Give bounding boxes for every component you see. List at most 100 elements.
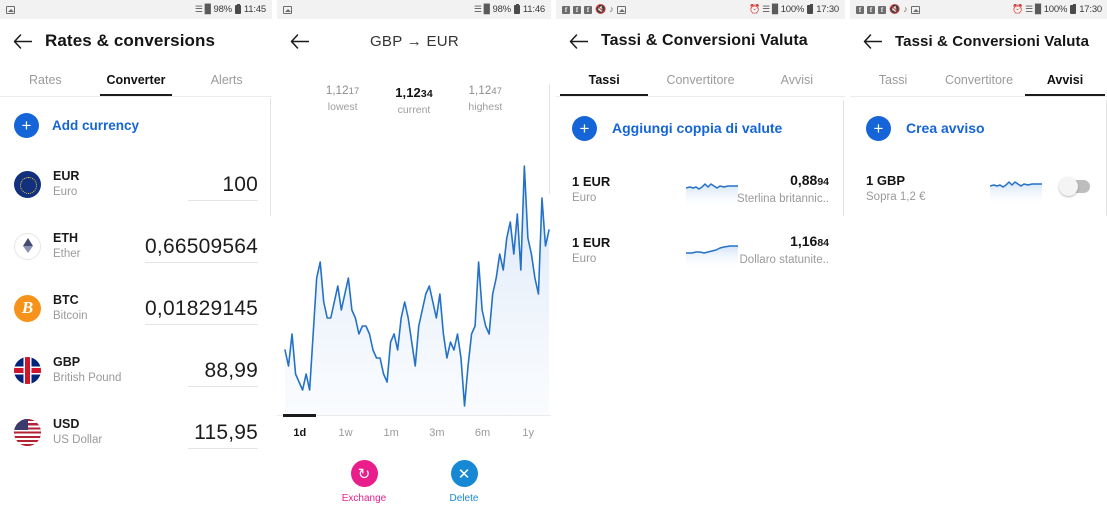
gbp-flag-icon [14, 356, 41, 384]
battery-icon [234, 4, 241, 14]
currency-code: BTC [53, 292, 79, 307]
status-bar-left-icons [6, 5, 15, 14]
currency-amount-input[interactable]: 0,01829145 [145, 297, 258, 325]
pair-rate: 0,8894 [790, 172, 829, 188]
tab-avvisi[interactable]: Avvisi [1022, 63, 1107, 96]
currency-row-gbp[interactable]: GBP British Pound 88,99 [14, 339, 258, 401]
currency-code: USD [53, 416, 80, 431]
tab-avvisi[interactable]: Avvisi [749, 63, 845, 96]
exchange-label: Exchange [341, 493, 387, 504]
alert-pair: 1 GBP [866, 172, 906, 188]
tab-rates[interactable]: Rates [0, 63, 91, 96]
delete-button[interactable]: ✕ Delete [431, 460, 497, 504]
range-1m[interactable]: 1m [368, 416, 414, 445]
range-1d[interactable]: 1d [277, 414, 323, 445]
status-bar: ☰ ▉ 98% 11:46 [277, 0, 551, 19]
stat-value: 1,1217 [325, 85, 360, 97]
rate-chart[interactable] [277, 148, 551, 416]
currency-name: US Dollar [53, 433, 103, 446]
status-bar: ☰ ▉ 98% 11:45 [0, 0, 272, 19]
tab-converter[interactable]: Converter [91, 63, 182, 96]
alert-list: + Crea avviso 1 GBP Sopra 1,2 € [850, 97, 1107, 217]
status-bar-right-icons: ☰ ▉ 98% 11:46 [474, 4, 545, 15]
alarm-icon: ⏰ [1012, 4, 1024, 14]
wifi-icon: ☰ [473, 4, 482, 14]
plus-icon: + [14, 112, 39, 138]
add-currency-pair-button[interactable]: + Aggiungi coppia di valute [572, 97, 829, 159]
stat-label: lowest [327, 101, 358, 113]
scrollbar[interactable] [269, 98, 271, 216]
image-icon [283, 5, 292, 14]
rate-stats: 1,1217 lowest 1,1234 current 1,1247 high… [277, 63, 551, 116]
pair-row-eur-gbp[interactable]: 1 EUR Euro 0,8894 Sterlina britannic.. [572, 159, 829, 220]
currency-amount-input[interactable]: 88,99 [188, 359, 258, 387]
stat-label: current [397, 104, 431, 116]
page-title: Tassi & Conversioni Valuta [895, 32, 1090, 50]
currency-labels: ETH Ether [53, 231, 81, 262]
image-icon [616, 5, 626, 14]
tab-convertitore[interactable]: Convertitore [936, 63, 1022, 96]
exchange-icon: ↻ [350, 460, 378, 487]
status-bar-right-icons: ⏰ ☰ ▉ 100% 17:30 [749, 4, 839, 15]
app-bar: Rates & conversions [0, 19, 272, 63]
vibrate-icon: ♪ [609, 4, 614, 14]
scrollbar[interactable] [548, 84, 550, 194]
exchange-button[interactable]: ↻ Exchange [331, 460, 397, 504]
currency-code: EUR [53, 168, 80, 183]
app-bar: GBP → EUR [277, 19, 551, 63]
tab-tassi[interactable]: Tassi [850, 63, 936, 96]
plus-icon: + [866, 115, 891, 141]
alert-toggle-switch[interactable] [1059, 177, 1090, 196]
stat-label: highest [468, 101, 503, 113]
tab-alerts[interactable]: Alerts [181, 63, 272, 96]
usd-flag-icon [14, 418, 41, 446]
create-alert-button[interactable]: + Crea avviso [866, 97, 1092, 159]
vibrate-icon: ♪ [903, 4, 908, 14]
add-currency-button[interactable]: + Add currency [14, 97, 258, 153]
pair-row-eur-usd[interactable]: 1 EUR Euro 1,1684 Dollaro statunite.. [572, 220, 829, 281]
page-title: Tassi & Conversioni Valuta [601, 32, 808, 49]
wifi-icon: ☰ [762, 4, 770, 14]
signal-icon: ▉ [771, 4, 779, 14]
alert-info: 1 GBP Sopra 1,2 € [866, 172, 962, 205]
app-bar: Tassi & Conversioni Valuta [556, 19, 845, 63]
status-bar-left-icons [283, 5, 292, 14]
alert-condition: Sopra 1,2 € [866, 190, 926, 203]
facebook-icon: f [878, 5, 886, 14]
alarm-icon: ⏰ [749, 4, 761, 14]
pair-target-name: Dollaro statunite.. [739, 254, 830, 266]
battery-percent: 100% [1043, 4, 1068, 15]
currency-labels: BTC Bitcoin [53, 293, 88, 324]
back-arrow-icon[interactable] [286, 28, 312, 54]
pair-title: GBP → EUR [369, 32, 460, 50]
range-6m[interactable]: 6m [460, 416, 506, 445]
currency-row-eth[interactable]: ETH Ether 0,66509564 [14, 215, 258, 277]
back-arrow-icon[interactable] [859, 28, 885, 54]
currency-row-eur[interactable]: EUR Euro 100 [14, 153, 258, 215]
back-arrow-icon[interactable] [9, 28, 35, 54]
panel-chart-detail: ☰ ▉ 98% 11:46 GBP → EUR 1,1217 lowest 1,… [277, 0, 551, 519]
tab-convertitore[interactable]: Convertitore [652, 63, 748, 96]
range-3m[interactable]: 3m [414, 416, 460, 445]
currency-row-btc[interactable]: B BTC Bitcoin 0,01829145 [14, 277, 258, 339]
currency-amount-input[interactable]: 100 [188, 173, 258, 201]
battery-icon [1070, 4, 1077, 14]
status-bar: f f f 🔇 ♪ ⏰ ☰ ▉ 100% 17:30 [556, 0, 845, 19]
currency-amount-input[interactable]: 0,66509564 [145, 235, 258, 263]
app-bar: Tassi & Conversioni Valuta [850, 19, 1107, 63]
stat-value: 1,1247 [468, 85, 503, 97]
pair-amount: 1 EUR [572, 235, 611, 250]
pair-rate: 1,1684 [790, 233, 829, 249]
tab-tassi[interactable]: Tassi [556, 63, 652, 96]
range-1y[interactable]: 1y [505, 416, 551, 445]
alert-row[interactable]: 1 GBP Sopra 1,2 € [866, 159, 1092, 217]
stat-value: 1,1234 [395, 85, 433, 100]
scrollbar[interactable] [842, 100, 844, 216]
currency-amount-input[interactable]: 115,95 [188, 421, 258, 449]
range-1w[interactable]: 1w [323, 416, 369, 445]
status-bar: f f f 🔇 ♪ ⏰ ☰ ▉ 100% 17:30 [850, 0, 1107, 19]
currency-name: Bitcoin [53, 309, 88, 322]
back-arrow-icon[interactable] [565, 28, 591, 54]
pair-source: 1 EUR Euro [572, 173, 668, 206]
currency-row-usd[interactable]: USD US Dollar 115,95 [14, 401, 258, 463]
